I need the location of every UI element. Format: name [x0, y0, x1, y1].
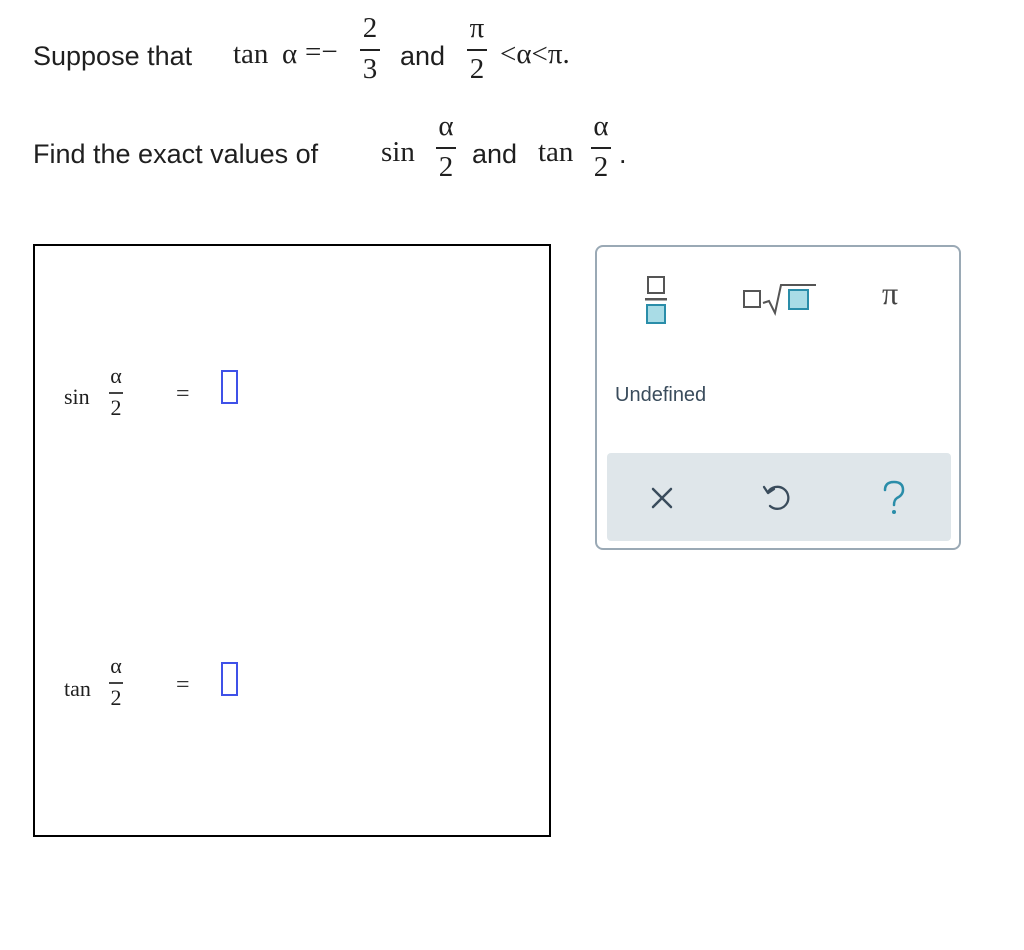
fraction-denominator: 2: [438, 151, 454, 183]
fraction-numerator: α: [110, 653, 122, 678]
fraction-pi-over-two: π 2: [467, 14, 487, 84]
question-text: Find the exact values of: [33, 139, 319, 169]
fraction-numerator: π: [469, 12, 485, 44]
undefined-label: Undefined: [615, 384, 707, 406]
fraction-two-thirds: 2 3: [360, 14, 380, 84]
equals-sign: =: [176, 381, 190, 407]
fraction-alpha-over-two: α 2: [436, 112, 456, 182]
and-text: and: [400, 41, 446, 71]
problem-text-intro: Suppose that: [33, 41, 193, 71]
tan-label: tan: [538, 136, 574, 168]
fraction-denominator: 2: [110, 395, 122, 420]
fraction-numerator: α: [593, 110, 609, 142]
close-icon: [651, 487, 673, 509]
root-template-button[interactable]: [741, 281, 821, 317]
answer-area: sin α 2 = tan α 2 =: [33, 244, 551, 837]
sin-label: sin: [64, 384, 90, 409]
fraction-numerator: α: [438, 110, 454, 142]
fraction-numerator: 2: [362, 12, 378, 44]
action-bar: [607, 453, 951, 541]
pi-button[interactable]: π: [882, 275, 912, 315]
sqrt-template-icon: [743, 284, 816, 316]
undefined-button[interactable]: Undefined: [613, 384, 708, 407]
fraction-denominator: 3: [362, 53, 378, 85]
fraction-bar: [467, 49, 487, 51]
fraction-denominator: 2: [110, 685, 122, 710]
fraction-alpha-over-two: α 2: [591, 112, 611, 182]
tan-label: tan: [233, 38, 269, 70]
alpha-symbol: α: [282, 38, 298, 70]
fraction-bar: [436, 147, 456, 149]
fraction-bar: [109, 682, 123, 684]
period: .: [619, 139, 627, 169]
fraction-numerator: α: [110, 363, 122, 388]
equals-minus: =−: [305, 36, 338, 68]
fraction-template-button[interactable]: [640, 275, 674, 329]
undo-button[interactable]: [761, 481, 795, 515]
fraction-denominator: 2: [469, 53, 485, 85]
help-icon: [883, 480, 905, 514]
fraction-alpha-over-two: α 2: [109, 655, 123, 709]
tan-label: tan: [64, 676, 91, 701]
pi-symbol: π: [882, 275, 899, 311]
sin-half-angle-input[interactable]: [221, 370, 238, 404]
alpha-range: <α<π.: [500, 38, 570, 70]
fraction-bar: [109, 392, 123, 394]
fraction-template-icon: [645, 276, 667, 324]
sin-label: sin: [381, 136, 415, 168]
equals-sign: =: [176, 672, 190, 698]
undo-icon: [762, 485, 790, 510]
fraction-alpha-over-two: α 2: [109, 365, 123, 419]
clear-button[interactable]: [649, 485, 677, 513]
and-text: and: [472, 139, 518, 169]
fraction-bar: [591, 147, 611, 149]
tan-half-angle-input[interactable]: [221, 662, 238, 696]
math-toolbar: π Undefined: [595, 245, 961, 550]
fraction-bar: [360, 49, 380, 51]
fraction-denominator: 2: [593, 151, 609, 183]
help-button[interactable]: [879, 479, 909, 517]
